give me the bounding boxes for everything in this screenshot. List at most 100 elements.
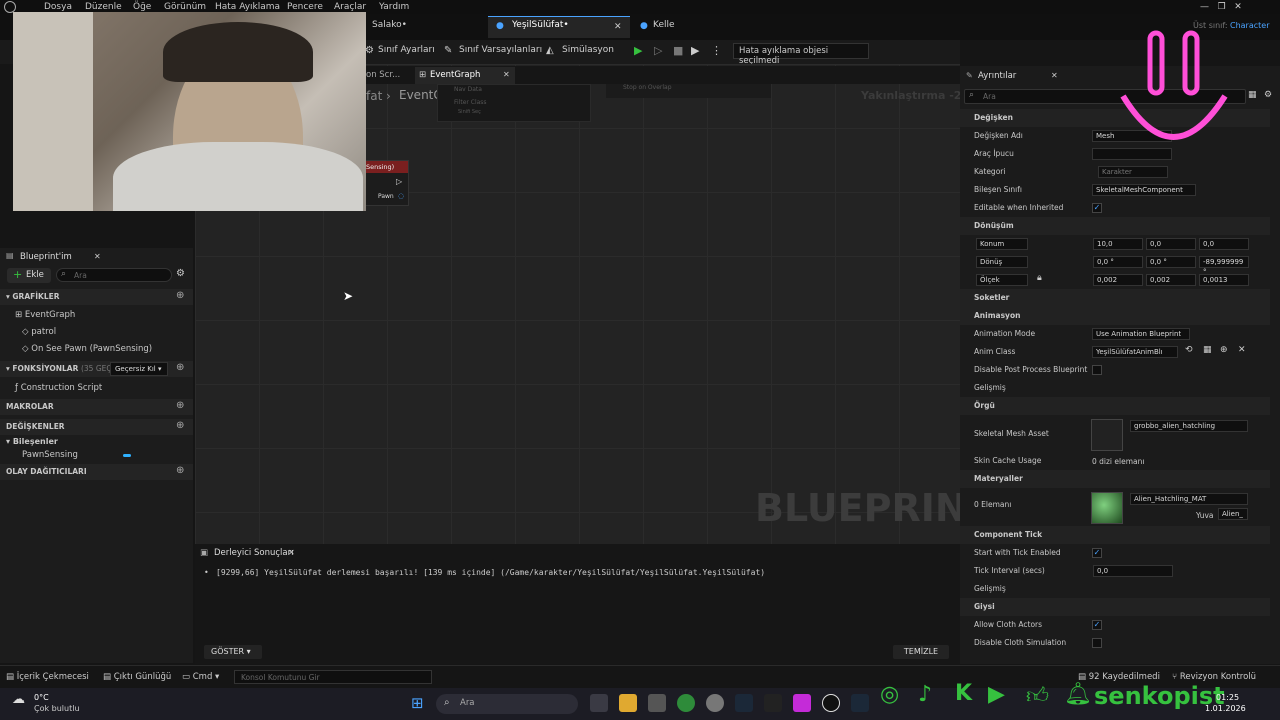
anim-class-dropdown[interactable]: YeşilSülüfatAnimBlı — [1092, 346, 1178, 358]
rotation-dropdown[interactable]: Dönüş — [976, 256, 1028, 268]
menu-asset[interactable]: Öğe — [133, 2, 151, 12]
anim-mode-dropdown[interactable]: Use Animation Blueprint — [1092, 328, 1190, 340]
graph-item-patrol[interactable]: ◇ patrol — [0, 324, 193, 340]
menu-edit[interactable]: Düzenle — [85, 2, 122, 12]
location-dropdown[interactable]: Konum — [976, 238, 1028, 250]
rotation-y[interactable]: 0,0 ° — [1146, 256, 1196, 268]
breadcrumb-parent[interactable]: fat — [366, 89, 382, 103]
event-node-pawn-sensing[interactable]: Sensing) ▷ Pawn ◌ — [365, 160, 409, 206]
section-materials[interactable]: Materyaller — [960, 470, 1270, 488]
function-construction-script[interactable]: ƒ Construction Script — [0, 380, 193, 396]
section-transform[interactable]: Dönüşüm — [960, 217, 1270, 235]
material-dropdown[interactable]: Alien_Hatchling_MAT — [1130, 493, 1248, 505]
menu-file[interactable]: Dosya — [44, 2, 72, 12]
folder-icon[interactable]: ▦ — [1203, 345, 1212, 355]
graph-item-on-see-pawn[interactable]: ◇ On See Pawn (PawnSensing) — [0, 341, 193, 357]
class-defaults-button[interactable]: Sınıf Varsayılanları — [459, 45, 542, 59]
slot-field[interactable]: Alien_ — [1218, 508, 1248, 520]
location-y[interactable]: 0,0 — [1146, 238, 1196, 250]
start-tick-checkbox[interactable]: ✓ — [1092, 548, 1102, 558]
menu-help[interactable]: Yardım — [379, 2, 409, 12]
taskbar-search[interactable]: ⌕ Ara — [436, 694, 578, 714]
stop-icon[interactable]: ■ — [673, 44, 683, 57]
tick-interval-field[interactable]: 0,0 — [1093, 565, 1173, 577]
section-macros[interactable]: MAKROLAR — [0, 399, 193, 415]
unsaved-button[interactable]: ▤ 92 Kaydedilmedi — [1078, 672, 1160, 682]
eject-icon[interactable]: ▶ — [691, 44, 699, 57]
add-circle-icon[interactable]: ⊕ — [176, 290, 184, 301]
graph-item-eventgraph[interactable]: ⊞ EventGraph — [0, 307, 193, 323]
section-animation[interactable]: Animasyon — [960, 307, 1270, 325]
row-advanced-tick[interactable]: Gelişmiş — [960, 580, 1270, 598]
disable-pp-checkbox[interactable] — [1092, 365, 1102, 375]
mesh-thumbnail[interactable] — [1091, 419, 1123, 451]
app-icon[interactable] — [706, 694, 724, 712]
play-icon[interactable]: ▶ — [634, 44, 642, 57]
tab-kelle[interactable]: Kelle — [643, 14, 685, 40]
windows-start-icon[interactable]: ⊞ — [411, 694, 424, 712]
menu-debug[interactable]: Hata Ayıklama — [215, 2, 280, 12]
close-icon[interactable]: ✕ — [288, 548, 295, 557]
close-icon[interactable]: ✕ — [503, 70, 510, 79]
menu-window[interactable]: Pencere — [287, 2, 323, 12]
clear-icon[interactable]: ✕ — [1238, 345, 1246, 355]
section-variables[interactable]: DEĞİŞKENLER — [0, 419, 193, 435]
debug-object-dropdown[interactable]: Hata ayıklama objesi seçilmedi — [733, 43, 869, 66]
allow-cloth-checkbox[interactable]: ✓ — [1092, 620, 1102, 630]
revision-control-button[interactable]: ⑂ Revizyon Kontrolü — [1172, 672, 1256, 682]
graph-node-ghost[interactable]: Stop on Overlap — [606, 84, 771, 98]
tab-construction-script[interactable]: on Scr... — [366, 70, 400, 80]
parent-class-link[interactable]: Character — [1230, 21, 1270, 30]
step-icon[interactable]: ▷ — [654, 44, 662, 57]
close-icon[interactable]: ✕ — [1051, 71, 1058, 80]
scale-x[interactable]: 0,002 — [1093, 274, 1143, 286]
menu-tools[interactable]: Araçlar — [334, 2, 366, 12]
output-log-button[interactable]: ▤ Çıktı Günlüğü — [103, 672, 171, 682]
override-dropdown[interactable]: Geçersiz Kıl ▾ — [110, 362, 168, 376]
close-icon[interactable]: ✕ — [94, 252, 101, 261]
steam-icon[interactable] — [851, 694, 869, 712]
task-view-icon[interactable] — [590, 694, 608, 712]
variable-pawn-sensing[interactable]: PawnSensing — [0, 447, 193, 463]
section-sockets[interactable]: Soketler — [960, 289, 1270, 307]
section-component-tick[interactable]: Component Tick — [960, 526, 1270, 544]
disable-cloth-checkbox[interactable] — [1092, 638, 1102, 648]
add-button[interactable]: + Ekle — [7, 268, 51, 283]
object-pin-icon[interactable]: ◌ — [398, 192, 404, 200]
skeletal-mesh-dropdown[interactable]: grobbo_alien_hatchling — [1130, 420, 1248, 432]
class-settings-button[interactable]: Sınıf Ayarları — [378, 45, 435, 59]
gear-icon[interactable]: ⚙ — [176, 268, 185, 279]
section-cloth[interactable]: Giysi — [960, 598, 1270, 616]
epic-games-icon[interactable] — [764, 694, 782, 712]
row-advanced[interactable]: Gelişmiş — [960, 379, 1270, 397]
cmd-dropdown[interactable]: ▭ Cmd ▾ — [182, 672, 219, 682]
section-graphs[interactable]: ▾ GRAFİKLER — [0, 289, 193, 305]
table-view-icon[interactable]: ▦ — [1248, 90, 1257, 100]
add-circle-icon[interactable]: ⊕ — [176, 400, 184, 411]
file-explorer-icon[interactable] — [619, 694, 637, 712]
unreal-engine-icon[interactable] — [822, 694, 840, 712]
app-icon[interactable] — [793, 694, 811, 712]
section-mesh[interactable]: Örgü — [960, 397, 1270, 415]
store-icon[interactable] — [648, 694, 666, 712]
add-circle-icon[interactable]: ⊕ — [176, 362, 184, 373]
menu-view[interactable]: Görünüm — [164, 2, 206, 12]
section-dispatchers[interactable]: OLAY DAĞITICILARI — [0, 464, 193, 480]
location-z[interactable]: 0,0 — [1199, 238, 1249, 250]
weather-icon[interactable]: ☁ — [12, 692, 25, 707]
close-icon[interactable]: ✕ — [614, 22, 622, 32]
scale-y[interactable]: 0,002 — [1146, 274, 1196, 286]
content-drawer-button[interactable]: ▤ İçerik Çekmecesi — [6, 672, 89, 682]
window-controls[interactable]: — ❐ ✕ — [1200, 2, 1242, 12]
graph-node-ghost[interactable]: Nav Data Filter Class Sinifi Seç — [437, 84, 591, 122]
show-button[interactable]: GÖSTER ▾ — [204, 645, 262, 659]
scale-dropdown[interactable]: Ölçek — [976, 274, 1028, 286]
search-input[interactable]: ⌕ Ara — [56, 268, 172, 282]
gear-icon[interactable]: ⚙ — [1264, 90, 1272, 100]
add-circle-icon[interactable]: ⊕ — [176, 465, 184, 476]
rotation-x[interactable]: 0,0 ° — [1093, 256, 1143, 268]
add-circle-icon[interactable]: ⊕ — [1220, 345, 1228, 355]
category-dropdown[interactable]: Karakter — [1098, 166, 1168, 178]
location-x[interactable]: 10,0 — [1093, 238, 1143, 250]
more-options-icon[interactable]: ⋮ — [711, 44, 722, 57]
